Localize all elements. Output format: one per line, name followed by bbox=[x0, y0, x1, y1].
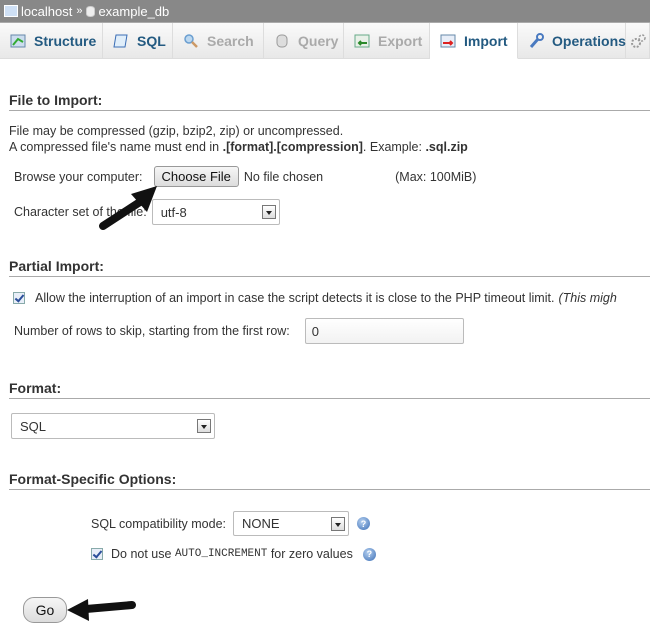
breadcrumb-server[interactable]: localhost bbox=[21, 4, 72, 19]
compression-note-1: File may be compressed (gzip, bzip2, zip… bbox=[9, 124, 343, 138]
tab-label: Import bbox=[464, 32, 508, 49]
import-icon bbox=[440, 33, 456, 49]
tab-sql[interactable]: SQL bbox=[103, 23, 173, 58]
format-select[interactable]: SQL bbox=[11, 413, 215, 439]
breadcrumb-database[interactable]: example_db bbox=[98, 4, 169, 19]
max-size: (Max: 100MiB) bbox=[395, 169, 477, 184]
tab-structure[interactable]: Structure bbox=[0, 23, 103, 58]
compat-select[interactable]: NONE bbox=[233, 511, 350, 536]
allow-interrupt-label: Allow the interruption of an import in c… bbox=[35, 291, 555, 305]
compression-note-text: File may be compressed (gzip, bzip2, zip… bbox=[9, 124, 344, 138]
breadcrumb: localhost » example_db bbox=[0, 0, 650, 23]
partial-import-section: Partial Import: bbox=[9, 258, 650, 277]
skip-rows-row: Number of rows to skip, starting from th… bbox=[14, 318, 464, 344]
tab-operations[interactable]: Operations bbox=[518, 23, 626, 58]
no-auto-increment-checkbox[interactable] bbox=[91, 548, 103, 560]
tab-label: Operations bbox=[552, 32, 626, 49]
tab-bar: Structure SQL Search Query Export Import… bbox=[0, 23, 650, 59]
format-heading: Format: bbox=[9, 380, 650, 399]
tab-label: Export bbox=[378, 32, 423, 49]
charset-select[interactable]: utf-8 bbox=[151, 199, 280, 225]
no-auto-inc-code: AUTO_INCREMENT bbox=[174, 548, 268, 560]
note-format: .[format].[compression] bbox=[222, 140, 363, 154]
compat-row: SQL compatibility mode: NONE ? bbox=[91, 511, 371, 536]
no-auto-increment-row: Do not use AUTO_INCREMENT for zero value… bbox=[91, 547, 376, 561]
no-auto-inc-label-end: for zero values bbox=[267, 547, 353, 561]
file-status: No file chosen bbox=[243, 169, 324, 184]
choose-file-button[interactable]: Choose File bbox=[153, 166, 239, 187]
compat-label: SQL compatibility mode: bbox=[91, 516, 227, 531]
tab-query[interactable]: Query bbox=[264, 23, 344, 58]
tab-label: SQL bbox=[137, 32, 166, 49]
format-value: SQL bbox=[20, 418, 47, 434]
go-button[interactable]: Go bbox=[23, 597, 67, 623]
compat-value: NONE bbox=[242, 516, 280, 531]
tab-label: Query bbox=[298, 32, 339, 49]
server-icon bbox=[4, 5, 18, 17]
note-text: A compressed file's name must end in bbox=[9, 140, 223, 154]
allow-interrupt-row: Allow the interruption of an import in c… bbox=[13, 291, 617, 305]
tab-export[interactable]: Export bbox=[344, 23, 430, 58]
tab-import[interactable]: Import bbox=[430, 23, 518, 59]
format-row: SQL bbox=[11, 413, 215, 439]
database-icon bbox=[86, 5, 96, 17]
sql-icon bbox=[113, 33, 129, 49]
help-icon[interactable]: ? bbox=[357, 517, 371, 530]
tab-label: Search bbox=[207, 32, 254, 49]
structure-icon bbox=[10, 33, 26, 49]
compression-note-2: A compressed file's name must end in .[f… bbox=[9, 140, 468, 154]
skip-rows-input[interactable]: 0 bbox=[304, 318, 464, 344]
format-section: Format: bbox=[9, 380, 650, 399]
allow-interrupt-note: (This migh bbox=[558, 291, 617, 305]
file-import-heading: File to Import: bbox=[9, 92, 650, 111]
format-options-heading: Format-Specific Options: bbox=[9, 471, 650, 490]
note-example: .sql.zip bbox=[425, 140, 468, 154]
allow-interrupt-checkbox[interactable] bbox=[13, 292, 25, 304]
annotation-arrow-go bbox=[67, 599, 136, 621]
dropdown-arrow-icon bbox=[331, 516, 346, 531]
format-options-section: Format-Specific Options: bbox=[9, 471, 650, 490]
tab-search[interactable]: Search bbox=[173, 23, 264, 58]
note-text: . Example: bbox=[362, 140, 426, 154]
annotation-arrow-choose-file bbox=[99, 186, 157, 230]
browse-row: Browse your computer: Choose File No fil… bbox=[14, 166, 476, 187]
query-icon bbox=[274, 33, 290, 49]
search-icon bbox=[183, 33, 199, 49]
help-icon[interactable]: ? bbox=[362, 547, 376, 561]
skip-rows-label: Number of rows to skip, starting from th… bbox=[14, 324, 290, 338]
breadcrumb-separator: » bbox=[76, 5, 83, 17]
no-auto-inc-label: Do not use bbox=[111, 547, 175, 561]
export-icon bbox=[354, 33, 370, 49]
gears-icon bbox=[630, 33, 646, 49]
skip-rows-value: 0 bbox=[311, 323, 320, 339]
tab-more[interactable] bbox=[626, 23, 650, 58]
dropdown-arrow-icon bbox=[197, 419, 211, 433]
file-import-section: File to Import: bbox=[9, 92, 650, 111]
partial-import-heading: Partial Import: bbox=[9, 258, 650, 277]
tab-label: Structure bbox=[34, 32, 97, 49]
dropdown-arrow-icon bbox=[261, 205, 276, 219]
operations-icon bbox=[528, 32, 544, 49]
